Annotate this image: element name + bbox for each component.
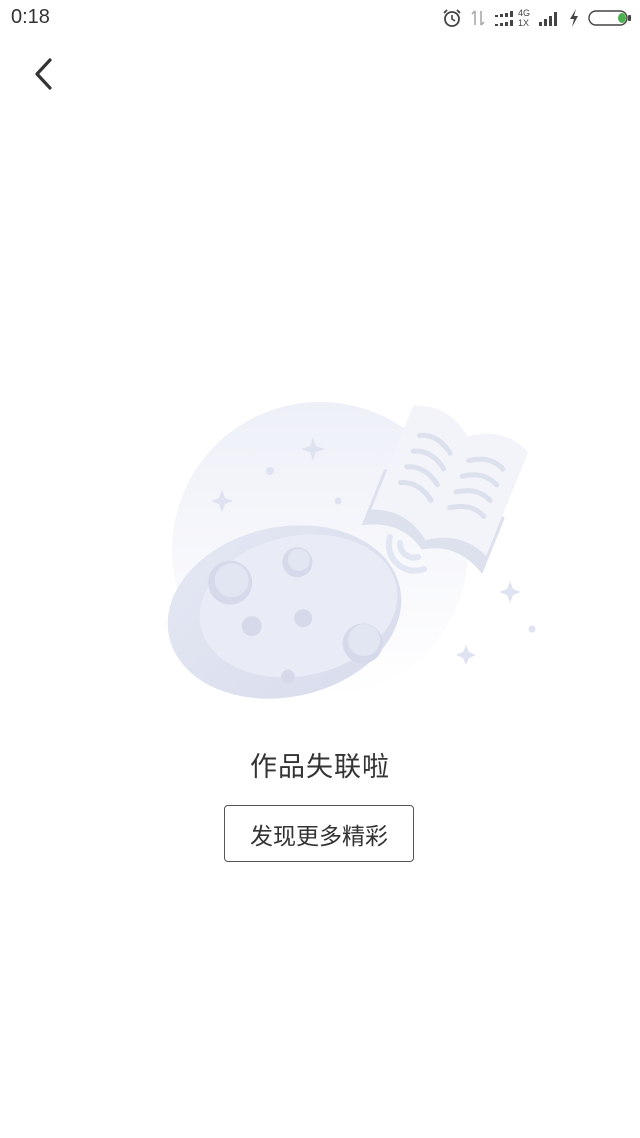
- network-bottom-label: 1X: [517, 18, 529, 28]
- alarm-icon: [442, 8, 462, 28]
- network-top-label: 4G: [517, 8, 530, 18]
- back-button[interactable]: [22, 54, 66, 98]
- chevron-left-icon: [32, 56, 56, 96]
- discover-more-button[interactable]: 发现更多精彩: [224, 805, 414, 862]
- moon-and-book-illustration: [160, 395, 550, 715]
- signal-icon: [538, 9, 560, 27]
- data-arrows-icon: [470, 8, 486, 28]
- signal-4g-icon: 4G 1X: [494, 8, 530, 28]
- charging-icon: [568, 8, 580, 28]
- status-icons: 4G 1X: [442, 5, 632, 31]
- status-time: 0:18: [11, 6, 50, 28]
- battery-icon: [588, 8, 632, 28]
- network-type-label: 4G 1X: [518, 8, 530, 28]
- empty-state-message: 作品失联啦: [250, 752, 390, 783]
- status-bar: 0:18 4G 1X: [0, 0, 640, 36]
